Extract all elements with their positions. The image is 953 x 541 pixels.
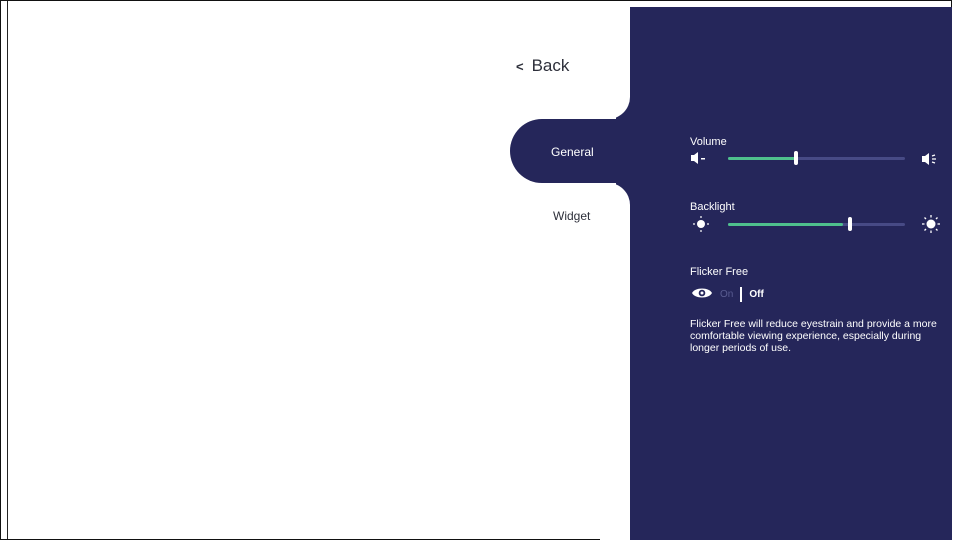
backlight-slider-fill	[728, 223, 844, 226]
left-edge	[1, 1, 8, 539]
volume-up-icon	[922, 152, 940, 170]
backlight-slider-thumb[interactable]	[848, 217, 852, 231]
flicker-free-label: Flicker Free	[690, 266, 749, 278]
backlight-slider[interactable]	[728, 217, 905, 231]
flicker-free-off-option[interactable]: Off	[749, 289, 763, 300]
flicker-free-on-option[interactable]: On	[720, 289, 733, 300]
back-label: Back	[531, 56, 570, 75]
tab-general-label[interactable]: General	[551, 145, 594, 159]
eye-icon	[691, 286, 713, 303]
chevron-left-icon: <	[516, 58, 524, 74]
volume-down-icon	[691, 152, 707, 167]
toggle-divider	[740, 287, 743, 302]
volume-slider[interactable]	[728, 151, 905, 165]
flicker-free-description: Flicker Free will reduce eyestrain and p…	[690, 318, 937, 354]
volume-slider-fill	[728, 157, 796, 160]
settings-panel	[630, 7, 952, 540]
volume-slider-thumb[interactable]	[794, 151, 798, 165]
panel-bottom-notch	[600, 183, 630, 540]
brightness-low-icon	[693, 216, 709, 237]
flicker-free-toggle[interactable]: On Off	[691, 286, 764, 303]
volume-label: Volume	[690, 136, 727, 148]
brightness-high-icon	[922, 215, 940, 238]
tab-widget[interactable]: Widget	[553, 209, 590, 223]
panel-top-notch	[600, 7, 630, 119]
back-button[interactable]: < Back	[516, 56, 569, 76]
backlight-label: Backlight	[690, 201, 735, 213]
